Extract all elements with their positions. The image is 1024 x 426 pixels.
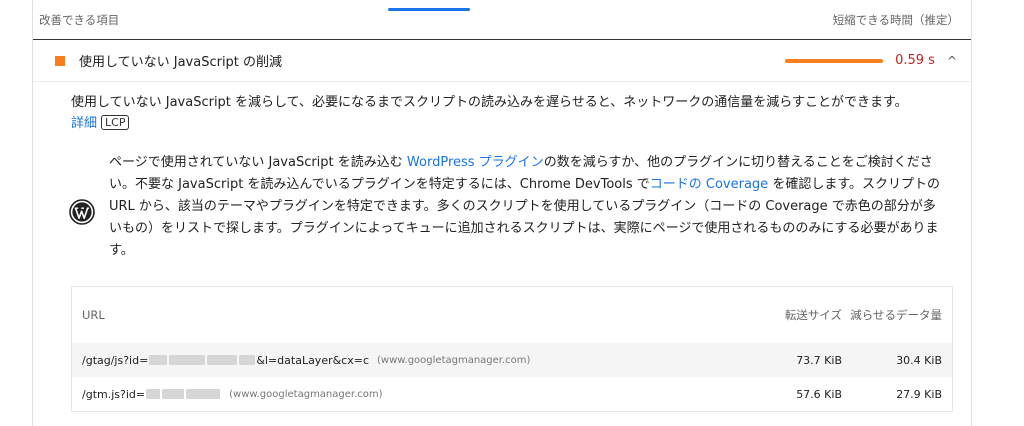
audit-description: 使用していない JavaScript を減らして、必要になるまでスクリプトの読み… (71, 92, 951, 134)
opportunity-column-label: 改善できる項目 (39, 12, 120, 27)
url-host: (www.googletagmanager.com) (377, 354, 531, 366)
audit-panel: 改善できる項目 短縮できる時間（推定） 使用していない JavaScript の… (32, 0, 972, 426)
savings-column-label: 短縮できる時間（推定） (832, 12, 959, 27)
warning-square-icon (55, 55, 65, 66)
chevron-up-icon[interactable]: ^ (947, 54, 957, 68)
url-prefix: /gtm.js?id= (82, 387, 146, 401)
url-column-header: URL (82, 308, 105, 322)
url-suffix: &l=dataLayer&cx=c (256, 353, 370, 367)
wordpress-icon (69, 199, 95, 225)
url-host: (www.googletagmanager.com) (229, 388, 383, 400)
opportunity-header: 改善できる項目 短縮できる時間（推定） (33, 0, 971, 40)
redacted-block (149, 355, 168, 365)
transfer-size-cell: 57.6 KiB (796, 387, 842, 401)
stack-pack-block: ページで使用されていない JavaScript を読み込む WordPress … (69, 152, 947, 262)
wordpress-plugin-link[interactable]: WordPress プラグイン (407, 155, 544, 170)
url-cell: /gtm.js?id= (www.googletagmanager.com) (82, 388, 732, 401)
lcp-badge: LCP (101, 115, 130, 130)
redacted-block (186, 389, 221, 399)
table-row[interactable]: /gtm.js?id= (www.googletagmanager.com) 5… (72, 377, 952, 411)
savings-cell: 30.4 KiB (896, 353, 942, 367)
redacted-block (169, 355, 206, 365)
savings-column-header: 減らせるデータ量 (850, 308, 942, 322)
audit-title: 使用していない JavaScript の削減 (79, 55, 283, 70)
table-header: URL 転送サイズ 減らせるデータ量 (72, 287, 952, 343)
savings-value: 0.59 s (895, 53, 935, 68)
learn-more-link[interactable]: 詳細 (71, 116, 97, 131)
audit-summary-row[interactable]: 使用していない JavaScript の削減 0.59 s ^ (33, 40, 971, 82)
redacted-block (207, 355, 238, 365)
url-cell: /gtag/js?id= &l=dataLayer&cx=c (www.goog… (82, 354, 732, 367)
redacted-block (146, 389, 161, 399)
code-coverage-link[interactable]: コードの Coverage (650, 177, 768, 192)
url-prefix: /gtag/js?id= (82, 353, 149, 367)
size-column-header: 転送サイズ (784, 308, 842, 322)
table-row[interactable]: /gtag/js?id= &l=dataLayer&cx=c (www.goog… (72, 343, 952, 377)
savings-bar (785, 58, 884, 63)
details-table: URL 転送サイズ 減らせるデータ量 /gtag/js?id= &l=dataL… (71, 286, 953, 412)
description-text: 使用していない JavaScript を減らして、必要になるまでスクリプトの読み… (71, 95, 908, 110)
savings-cell: 27.9 KiB (896, 387, 942, 401)
stack-pack-text: ページで使用されていない JavaScript を読み込む WordPress … (109, 152, 947, 262)
redacted-block (162, 389, 185, 399)
redacted-block (239, 355, 256, 365)
transfer-size-cell: 73.7 KiB (796, 353, 842, 367)
stack-pack-text-1: ページで使用されていない JavaScript を読み込む (109, 155, 407, 170)
